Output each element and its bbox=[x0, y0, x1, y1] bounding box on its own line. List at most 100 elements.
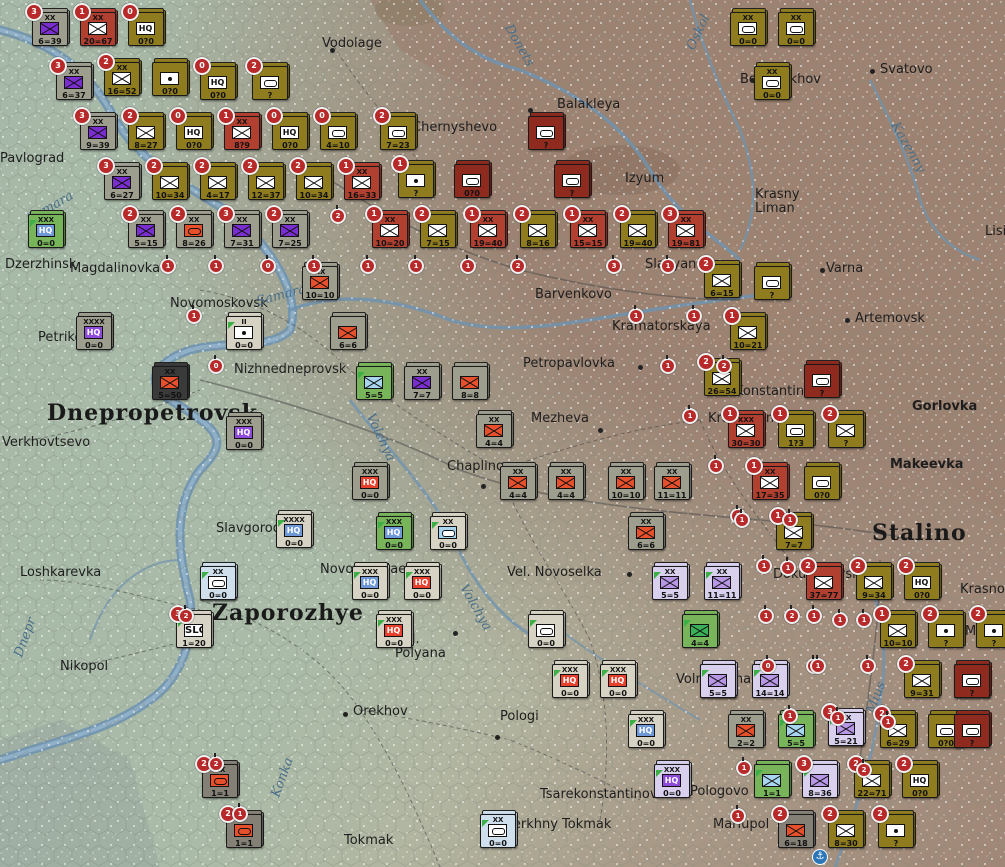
unit-counter[interactable]: XXX HQ 0=0 bbox=[376, 610, 414, 648]
unit-counter[interactable]: 4=10 0 bbox=[313, 107, 358, 150]
unit-counter[interactable]: XX 10=10 bbox=[608, 462, 646, 500]
unit-counter[interactable]: ? bbox=[754, 262, 792, 300]
unit-counter[interactable]: 10=10 1 bbox=[873, 605, 918, 648]
unit-counter[interactable]: XX 8=26 2 bbox=[169, 205, 214, 248]
hex-marker[interactable]: 1 bbox=[856, 609, 872, 628]
hex-marker[interactable]: 1 bbox=[186, 305, 202, 324]
unit-counter[interactable]: XX 10=20 1 bbox=[365, 205, 410, 248]
hex-marker[interactable]: 1 bbox=[660, 255, 676, 274]
hex-marker[interactable]: 0 bbox=[208, 355, 224, 374]
unit-counter[interactable]: XX 7=7 bbox=[404, 362, 442, 400]
unit-counter[interactable]: XXXX HQ 0=0 bbox=[76, 312, 114, 350]
hex-marker[interactable]: 1 bbox=[730, 805, 746, 824]
unit-counter[interactable]: 6=15 2 bbox=[697, 255, 742, 298]
unit-counter[interactable]: XX 5=50 bbox=[152, 362, 190, 400]
hex-marker[interactable]: 2 bbox=[208, 753, 224, 772]
unit-counter[interactable]: ? bbox=[804, 360, 842, 398]
unit-counter[interactable]: XX 19=40 1 bbox=[463, 205, 508, 248]
hex-marker[interactable]: 1 bbox=[782, 705, 798, 724]
unit-counter[interactable]: 7=23 2 bbox=[373, 107, 418, 150]
hex-marker[interactable]: 1 bbox=[756, 555, 772, 574]
unit-counter[interactable]: XX0=0 bbox=[430, 512, 468, 550]
unit-counter[interactable]: HQ 0?0 0 bbox=[193, 57, 238, 100]
unit-counter[interactable]: 9=31 2 bbox=[897, 655, 942, 698]
hex-marker[interactable]: 1 bbox=[830, 707, 846, 726]
unit-counter[interactable]: XX0=0 bbox=[778, 8, 816, 46]
unit-counter[interactable]: XXX HQ 0=0 bbox=[628, 710, 666, 748]
unit-counter[interactable]: ? 2 bbox=[871, 805, 916, 848]
unit-counter[interactable]: XX 4=4 bbox=[500, 462, 538, 500]
hex-marker[interactable]: 1 bbox=[758, 605, 774, 624]
hex-marker[interactable]: 1 bbox=[208, 255, 224, 274]
unit-counter[interactable]: XX0=0 bbox=[730, 8, 768, 46]
hex-marker[interactable]: 1 bbox=[832, 609, 848, 628]
unit-counter[interactable]: ? 1 bbox=[391, 155, 436, 198]
unit-counter[interactable]: XX 4=4 bbox=[548, 462, 586, 500]
unit-counter[interactable]: 6=6 bbox=[330, 312, 368, 350]
unit-counter[interactable]: XX0=0 bbox=[480, 810, 518, 848]
unit-counter[interactable]: XXXX HQ 0=0 bbox=[276, 510, 314, 548]
hex-marker[interactable]: 2 bbox=[330, 205, 346, 224]
hex-marker[interactable]: 1 bbox=[460, 255, 476, 274]
unit-counter[interactable]: 4=17 2 bbox=[193, 157, 238, 200]
unit-counter[interactable]: 6=18 2 bbox=[771, 805, 816, 848]
hex-marker[interactable]: 1 bbox=[232, 803, 248, 822]
unit-counter[interactable]: XX 16=33 1 bbox=[337, 157, 382, 200]
unit-counter[interactable]: ? bbox=[554, 160, 592, 198]
unit-counter[interactable]: XXX HQ 0=0 bbox=[226, 412, 264, 450]
unit-counter[interactable]: XXX HQ 0=0 bbox=[352, 562, 390, 600]
unit-counter[interactable]: XXX HQ 0=0 bbox=[28, 210, 66, 248]
unit-counter[interactable]: 10=34 2 bbox=[289, 157, 334, 200]
unit-counter[interactable]: XXX HQ 0=0 bbox=[352, 462, 390, 500]
map-view[interactable]: Dnepropetrovsk Zaporozhye Stalino Vodola… bbox=[0, 0, 1005, 867]
unit-counter[interactable]: XX 6=6 bbox=[628, 512, 666, 550]
hex-marker[interactable]: 1 bbox=[782, 509, 798, 528]
hex-marker[interactable]: 1 bbox=[408, 255, 424, 274]
unit-counter[interactable]: 7=15 2 bbox=[413, 205, 458, 248]
hex-marker[interactable]: 1 bbox=[780, 557, 796, 576]
unit-counter[interactable]: XX0=0 bbox=[754, 62, 792, 100]
unit-counter[interactable]: XX 20=67 1 bbox=[73, 3, 118, 46]
unit-counter[interactable]: XX 8?9 1 bbox=[217, 107, 262, 150]
unit-counter[interactable]: II 0=0 bbox=[226, 312, 264, 350]
unit-counter[interactable]: HQ 0?0 2 bbox=[897, 557, 942, 600]
unit-counter[interactable]: XXX HQ 0=0 bbox=[654, 760, 692, 798]
unit-counter[interactable]: XX0=0 bbox=[200, 562, 238, 600]
hex-marker[interactable]: 1 bbox=[682, 405, 698, 424]
unit-counter[interactable]: 10=21 1 bbox=[723, 307, 768, 350]
hex-marker[interactable]: 3 bbox=[606, 255, 622, 274]
unit-counter[interactable]: XX 7=31 3 bbox=[217, 205, 262, 248]
unit-counter[interactable]: 0?0 bbox=[454, 160, 492, 198]
unit-counter[interactable]: XX 6=37 3 bbox=[49, 57, 94, 100]
hex-marker[interactable]: 1 bbox=[810, 655, 826, 674]
unit-counter[interactable]: 5=5 bbox=[356, 362, 394, 400]
unit-counter[interactable]: HQ 0?0 0 bbox=[265, 107, 310, 150]
unit-counter[interactable]: XX 5=15 2 bbox=[121, 205, 166, 248]
unit-counter[interactable]: 12=37 2 bbox=[241, 157, 286, 200]
hex-marker[interactable]: 1 bbox=[360, 255, 376, 274]
unit-counter[interactable]: XX 15=15 1 bbox=[563, 205, 608, 248]
unit-counter[interactable]: XXX 30=30 1 bbox=[721, 405, 766, 448]
unit-counter[interactable]: XXX HQ 0=0 bbox=[552, 660, 590, 698]
hex-marker[interactable]: 1 bbox=[160, 255, 176, 274]
unit-counter[interactable]: HQ 0?0 2 bbox=[895, 755, 940, 798]
unit-counter[interactable]: 37=77 2 bbox=[799, 557, 844, 600]
unit-counter[interactable]: 8=16 2 bbox=[513, 205, 558, 248]
unit-counter[interactable]: XX 5=5 bbox=[652, 562, 690, 600]
hex-marker[interactable]: 2 bbox=[856, 759, 872, 778]
hex-marker[interactable]: 1 bbox=[660, 355, 676, 374]
unit-counter[interactable]: 8=27 2 bbox=[121, 107, 166, 150]
hex-marker[interactable]: 1 bbox=[306, 255, 322, 274]
unit-counter[interactable]: 4=4 bbox=[682, 610, 720, 648]
unit-counter[interactable]: 9=34 2 bbox=[849, 557, 894, 600]
unit-counter[interactable]: 10=34 2 bbox=[145, 157, 190, 200]
hex-marker[interactable]: 1 bbox=[736, 757, 752, 776]
unit-counter[interactable]: XX 19=81 3 bbox=[661, 205, 706, 248]
unit-counter[interactable]: 1?3 1 bbox=[771, 405, 816, 448]
unit-counter[interactable]: XX 9=39 3 bbox=[73, 107, 118, 150]
unit-counter[interactable]: 0?0 bbox=[804, 462, 842, 500]
unit-counter[interactable]: 8=36 3 bbox=[795, 755, 840, 798]
unit-counter[interactable]: ? 2 bbox=[969, 605, 1005, 648]
unit-counter[interactable]: 0=0 bbox=[528, 610, 566, 648]
unit-counter[interactable]: 5=5 bbox=[700, 660, 738, 698]
